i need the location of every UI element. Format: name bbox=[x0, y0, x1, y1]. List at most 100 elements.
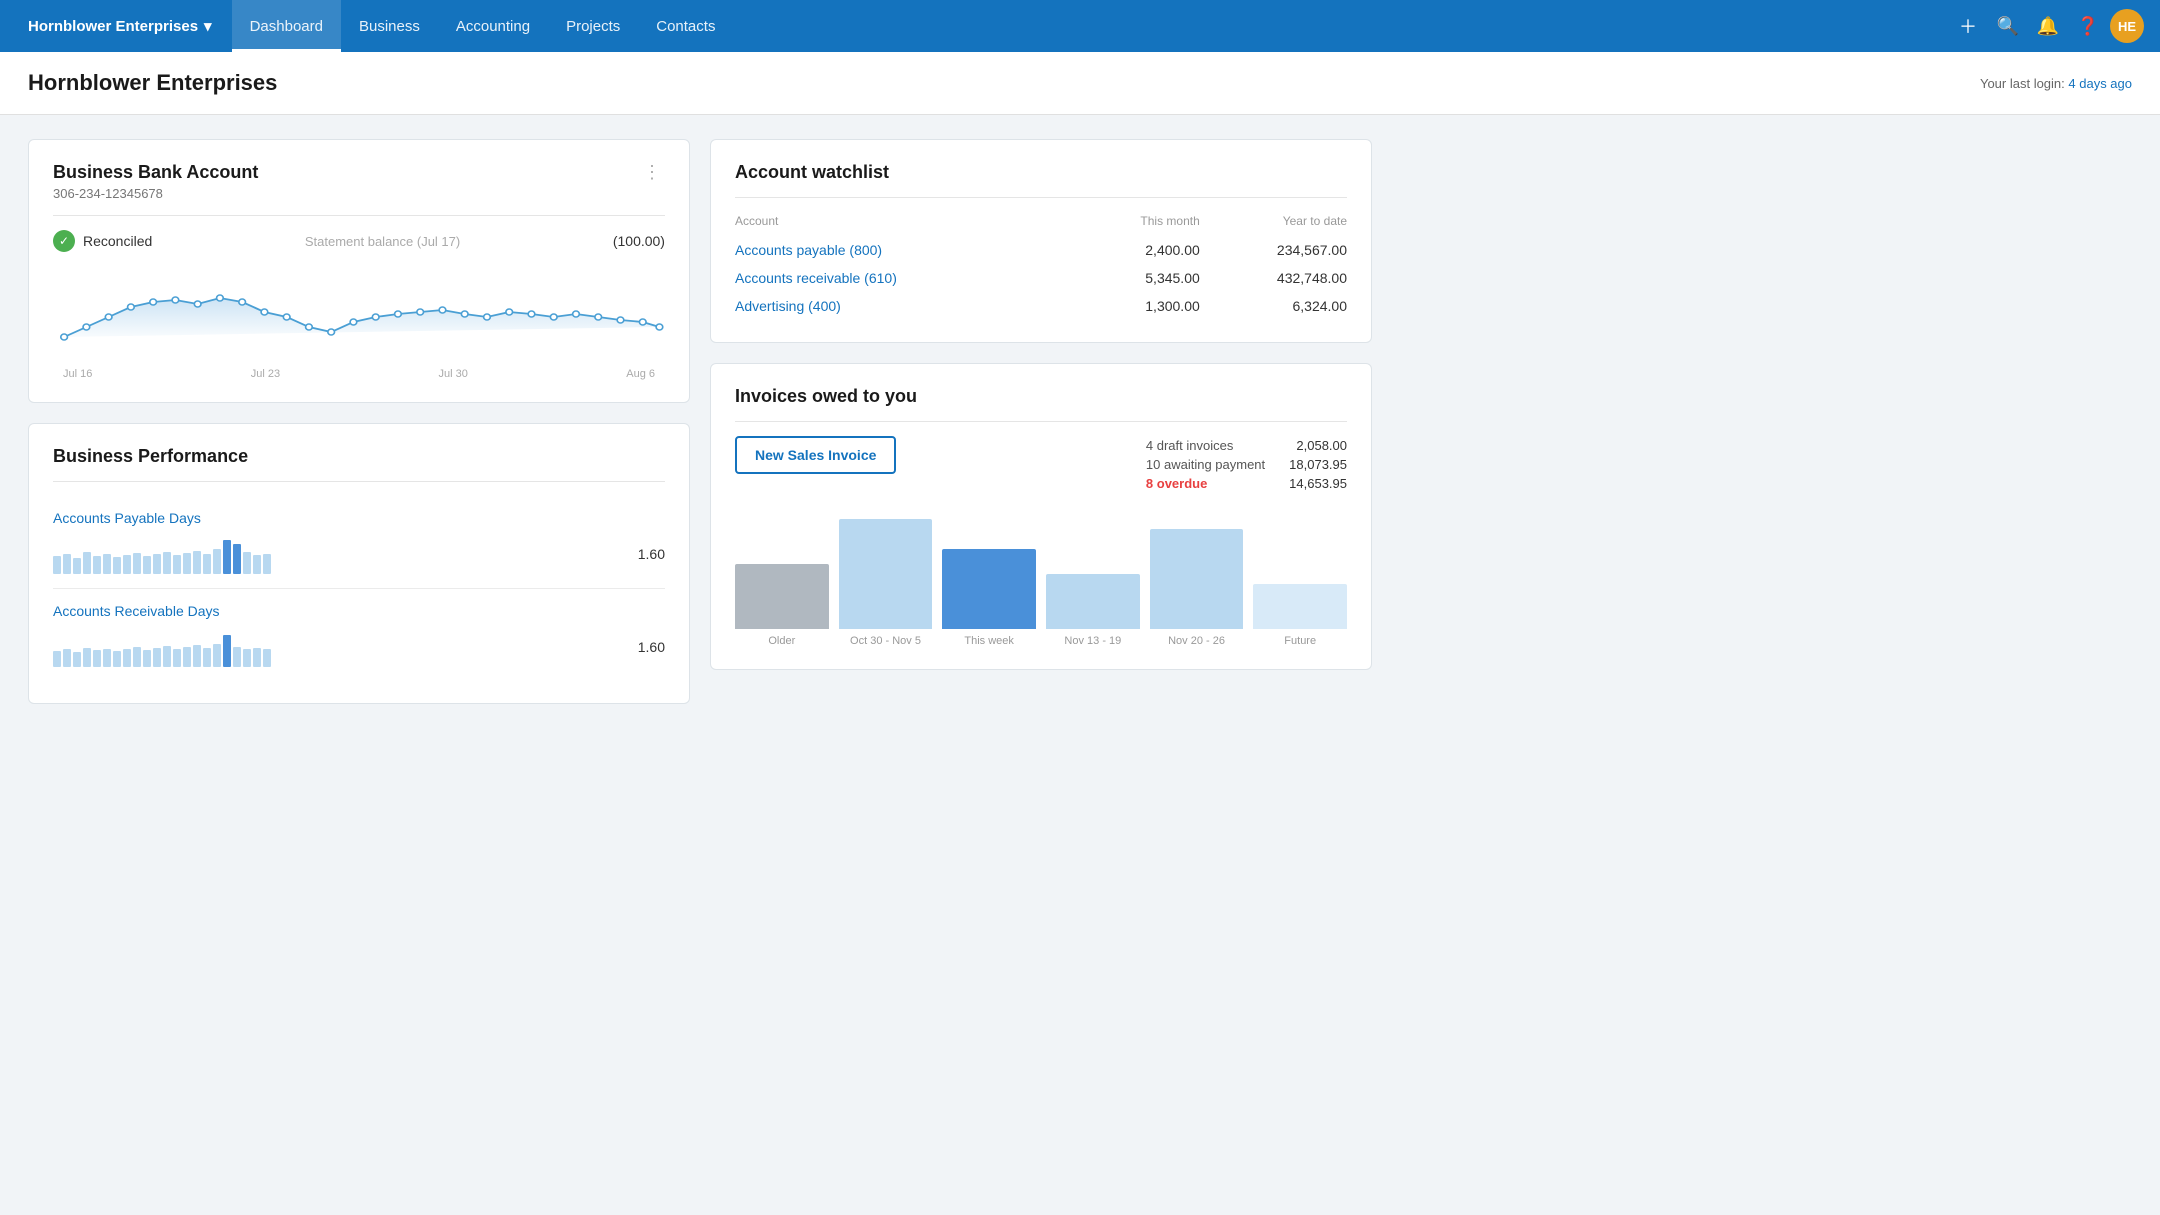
invoices-card: Invoices owed to you New Sales Invoice 4… bbox=[710, 363, 1372, 670]
bar-label-2: Oct 30 - Nov 5 bbox=[839, 635, 933, 647]
bar bbox=[123, 649, 131, 667]
bar-chart-bars bbox=[735, 509, 1347, 629]
summary-label-3: 8 overdue bbox=[1146, 476, 1207, 491]
statement-label: Statement balance (Jul 17) bbox=[305, 234, 460, 249]
invoices-header: New Sales Invoice 4 draft invoices 2,058… bbox=[735, 436, 1347, 493]
new-sales-invoice-button[interactable]: New Sales Invoice bbox=[735, 436, 896, 474]
performance-title: Business Performance bbox=[53, 446, 665, 467]
chart-label-4: Aug 6 bbox=[626, 368, 655, 380]
bar bbox=[53, 556, 61, 574]
bar bbox=[213, 644, 221, 667]
bar-label-1: Older bbox=[735, 635, 829, 647]
bar bbox=[183, 647, 191, 667]
watchlist-month-1: 2,400.00 bbox=[1075, 236, 1200, 264]
nav-business[interactable]: Business bbox=[341, 0, 438, 52]
bar-group-6 bbox=[1253, 584, 1347, 629]
summary-label-2: 10 awaiting payment bbox=[1146, 457, 1265, 472]
bar bbox=[183, 553, 191, 574]
bar bbox=[163, 646, 171, 667]
chart-labels: Jul 16 Jul 23 Jul 30 Aug 6 bbox=[53, 368, 665, 380]
bar bbox=[143, 650, 151, 667]
watchlist-row: Accounts payable (800) 2,400.00 234,567.… bbox=[735, 236, 1347, 264]
bar bbox=[263, 649, 271, 667]
summary-label-1: 4 draft invoices bbox=[1146, 438, 1233, 453]
nav-right: ＋ 🔍 🔔 ❓ HE bbox=[1950, 8, 2144, 44]
watchlist-title: Account watchlist bbox=[735, 162, 1347, 183]
watchlist-account-1[interactable]: Accounts payable (800) bbox=[735, 236, 1075, 264]
bar bbox=[153, 648, 161, 667]
watchlist-table: Account This month Year to date Accounts… bbox=[735, 214, 1347, 320]
invoices-bar-chart: Older Oct 30 - Nov 5 This week Nov 13 - … bbox=[735, 509, 1347, 647]
bar bbox=[73, 652, 81, 667]
perf-row-2: Accounts Receivable Days bbox=[53, 589, 665, 681]
nav-projects[interactable]: Projects bbox=[548, 0, 638, 52]
bar bbox=[203, 554, 211, 574]
bar bbox=[193, 645, 201, 667]
perf-label-1[interactable]: Accounts Payable Days bbox=[53, 510, 665, 526]
bar bbox=[233, 647, 241, 667]
brand-menu[interactable]: Hornblower Enterprises ▾ bbox=[16, 17, 224, 35]
bar bbox=[93, 650, 101, 667]
summary-row-3: 8 overdue 14,653.95 bbox=[1146, 474, 1347, 493]
bar bbox=[113, 651, 121, 667]
bar bbox=[153, 554, 161, 574]
bank-chart bbox=[53, 262, 665, 362]
bar bbox=[53, 651, 61, 667]
bar-label-5: Nov 20 - 26 bbox=[1150, 635, 1244, 647]
last-login-link[interactable]: 4 days ago bbox=[2068, 76, 2132, 91]
bar-group-2 bbox=[839, 519, 933, 629]
watchlist-account-3[interactable]: Advertising (400) bbox=[735, 292, 1075, 320]
bar bbox=[253, 555, 261, 574]
bank-account-title: Business Bank Account bbox=[53, 162, 258, 183]
perf-label-2[interactable]: Accounts Receivable Days bbox=[53, 603, 665, 619]
nav-dashboard[interactable]: Dashboard bbox=[232, 0, 341, 52]
bar bbox=[193, 551, 201, 574]
bar bbox=[263, 554, 271, 574]
search-button[interactable]: 🔍 bbox=[1990, 8, 2026, 44]
bar-rect bbox=[1150, 529, 1244, 629]
watchlist-card: Account watchlist Account This month Yea… bbox=[710, 139, 1372, 343]
bank-account-menu[interactable]: ⋮ bbox=[639, 162, 665, 183]
bar-label-4: Nov 13 - 19 bbox=[1046, 635, 1140, 647]
summary-amount-3: 14,653.95 bbox=[1289, 476, 1347, 491]
watchlist-ytd-2: 432,748.00 bbox=[1200, 264, 1347, 292]
invoices-summary: 4 draft invoices 2,058.00 10 awaiting pa… bbox=[1146, 436, 1347, 493]
nav-items: Dashboard Business Accounting Projects C… bbox=[232, 0, 734, 52]
perf-bars-2 bbox=[53, 627, 619, 667]
bar bbox=[173, 649, 181, 667]
notifications-button[interactable]: 🔔 bbox=[2030, 8, 2066, 44]
bar bbox=[213, 549, 221, 574]
bar bbox=[133, 553, 141, 574]
bar bbox=[103, 554, 111, 574]
chart-label-1: Jul 16 bbox=[63, 368, 92, 380]
bar-highlight bbox=[223, 540, 231, 574]
add-button[interactable]: ＋ bbox=[1950, 8, 1986, 44]
brand-chevron: ▾ bbox=[204, 17, 212, 35]
help-button[interactable]: ❓ bbox=[2070, 8, 2106, 44]
statement-balance: (100.00) bbox=[613, 233, 665, 249]
perf-row-1: Accounts Payable Days bbox=[53, 496, 665, 588]
bar bbox=[93, 556, 101, 574]
bar bbox=[173, 555, 181, 574]
main-content: Business Bank Account 306-234-12345678 ⋮… bbox=[0, 115, 1400, 728]
nav-accounting[interactable]: Accounting bbox=[438, 0, 548, 52]
main-nav: Hornblower Enterprises ▾ Dashboard Busin… bbox=[0, 0, 2160, 52]
bar-label-3: This week bbox=[942, 635, 1036, 647]
bar bbox=[83, 648, 91, 667]
watchlist-col-ytd: Year to date bbox=[1200, 214, 1347, 236]
bar-group-1 bbox=[735, 564, 829, 629]
watchlist-col-account: Account bbox=[735, 214, 1075, 236]
perf-value-2: 1.60 bbox=[629, 639, 665, 655]
bar bbox=[163, 552, 171, 574]
user-avatar[interactable]: HE bbox=[2110, 9, 2144, 43]
bar-rect bbox=[942, 549, 1036, 629]
bar bbox=[83, 552, 91, 574]
perf-bars-1 bbox=[53, 534, 619, 574]
summary-row-2: 10 awaiting payment 18,073.95 bbox=[1146, 455, 1347, 474]
watchlist-account-2[interactable]: Accounts receivable (610) bbox=[735, 264, 1075, 292]
reconciled-label: Reconciled bbox=[83, 233, 152, 249]
bar bbox=[143, 556, 151, 574]
bar bbox=[243, 649, 251, 667]
brand-name: Hornblower Enterprises bbox=[28, 18, 198, 35]
nav-contacts[interactable]: Contacts bbox=[638, 0, 733, 52]
